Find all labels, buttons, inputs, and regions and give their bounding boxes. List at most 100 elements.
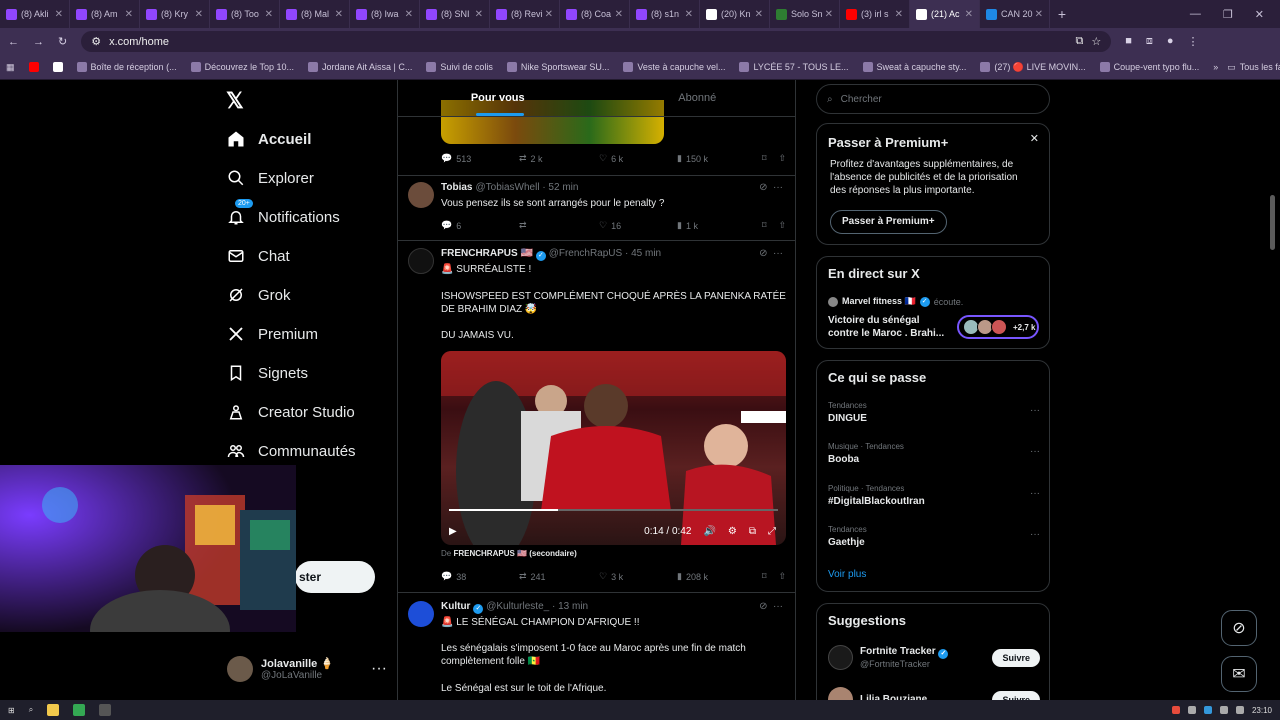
nav-communities[interactable]: Communautés <box>227 442 356 460</box>
share-icon[interactable]: ⇧ <box>778 571 786 582</box>
taskbar-search-icon[interactable]: ⌕ <box>29 705 33 715</box>
tab-following[interactable]: Abonné <box>598 80 796 116</box>
nav-explore[interactable]: Explorer <box>227 169 314 187</box>
browser-tab[interactable]: (8) Am ✕ <box>70 0 140 28</box>
nav-bookmarks[interactable]: Signets <box>227 364 308 382</box>
browser-tab[interactable]: (8) Too ✕ <box>210 0 280 28</box>
browser-tab[interactable]: (8) Coa ✕ <box>560 0 630 28</box>
bookmark-item[interactable]: Veste à capuche vel... <box>623 62 725 73</box>
close-tab-icon[interactable]: ✕ <box>615 9 623 20</box>
bookmark-icon[interactable]: ⌑ <box>762 220 767 231</box>
bookmark-item[interactable]: LYCÉE 57 - TOUS LE... <box>739 62 849 73</box>
close-tab-icon[interactable]: ✕ <box>1035 9 1043 20</box>
browser-tab[interactable]: (8) Mal ✕ <box>280 0 350 28</box>
follow-button[interactable]: Suivre <box>992 648 1040 667</box>
tab-for-you[interactable]: Pour vous <box>398 80 598 116</box>
more-icon[interactable]: ··· <box>1030 529 1040 540</box>
grok-more-icon[interactable]: ⊘ ··· <box>759 182 783 193</box>
video-progress-bar[interactable] <box>449 509 778 511</box>
share-icon[interactable]: ⇧ <box>778 153 786 164</box>
nav-chat[interactable]: Chat <box>227 247 290 265</box>
tray-icon[interactable] <box>1203 706 1212 714</box>
author-name[interactable]: Kultur <box>441 601 470 612</box>
nav-home[interactable]: Accueil <box>227 130 311 148</box>
browser-tab[interactable]: (21) Ac ✕ <box>910 0 980 28</box>
all-bookmarks[interactable]: » ▭Tous les favoris <box>1213 62 1280 73</box>
reply-button[interactable]: 💬 513 <box>441 153 519 164</box>
nav-grok[interactable]: Grok <box>227 286 291 304</box>
app-icon[interactable] <box>99 704 112 716</box>
browser-tab[interactable]: (3) irl s ✕ <box>840 0 910 28</box>
bookmark-icon[interactable]: ⌑ <box>762 571 767 582</box>
back-icon[interactable]: ← <box>8 36 19 48</box>
close-tab-icon[interactable]: ✕ <box>685 9 693 20</box>
author-name[interactable]: Tobias <box>441 182 472 193</box>
browser-tab[interactable]: (8) Akli ✕ <box>0 0 70 28</box>
repost-button[interactable]: ⇄ <box>519 220 599 231</box>
profile-icon[interactable]: ● <box>1167 35 1174 48</box>
avatar[interactable] <box>408 182 434 208</box>
browser-tab[interactable]: (20) Kn ✕ <box>700 0 770 28</box>
nav-premium[interactable]: Premium <box>227 325 318 343</box>
messages-fab[interactable]: ✉ <box>1221 656 1257 692</box>
close-tab-icon[interactable]: ✕ <box>895 9 903 20</box>
site-info-icon[interactable]: ⚙ <box>91 35 101 48</box>
tweet-time[interactable]: · 13 min <box>552 601 588 612</box>
grok-more-icon[interactable]: ⊘ ··· <box>759 601 783 612</box>
wifi-icon[interactable] <box>1219 706 1228 714</box>
trend-item[interactable]: Politique · Tendances #DigitalBlackoutIra… <box>828 484 1040 507</box>
views-button[interactable]: ▮ 208 k <box>677 571 757 582</box>
windows-start-icon[interactable]: ⊞ <box>8 706 15 715</box>
author-handle[interactable]: @TobiasWhell <box>475 182 539 193</box>
video-player[interactable]: ▶ 0:14 / 0:42 🔊 ⚙ ⧉ ⤢ <box>441 351 786 545</box>
bookmark-item[interactable]: Sweat à capuche sty... <box>862 62 966 73</box>
tweet-time[interactable]: · 45 min <box>625 248 661 259</box>
trend-item[interactable]: Tendances DINGUE ··· <box>828 401 1040 424</box>
close-tab-icon[interactable]: ✕ <box>125 9 133 20</box>
bookmark-item[interactable]: Coupe-vent typo flu... <box>1099 62 1199 73</box>
browser-tab[interactable]: (8) s1n ✕ <box>630 0 700 28</box>
suggestion-item[interactable]: Fortnite Tracker ✓ @FortniteTracker Suivr… <box>828 645 1040 670</box>
reply-button[interactable]: 💬 38 <box>441 571 519 582</box>
new-tab-button[interactable]: + <box>1050 6 1074 22</box>
like-button[interactable]: ♡ 16 <box>599 220 677 231</box>
account-switcher[interactable]: Jolavanille 🍦 @JoLaVanille ··· <box>227 656 387 682</box>
browser-tab[interactable]: Solo Sn ✕ <box>770 0 840 28</box>
tray-icon[interactable] <box>1187 706 1196 714</box>
browser-tab[interactable]: (8) SNI ✕ <box>420 0 490 28</box>
play-icon[interactable]: ▶ <box>449 526 457 537</box>
search-input[interactable]: ⌕ Chercher <box>816 84 1050 114</box>
apps-icon[interactable]: ▦ <box>6 62 15 73</box>
x-logo-icon[interactable]: 𝕏 <box>226 88 244 114</box>
restore-icon[interactable]: ❐ <box>1223 8 1233 21</box>
browser-tab[interactable]: (8) Kry ✕ <box>140 0 210 28</box>
close-tab-icon[interactable]: ✕ <box>475 9 483 20</box>
author-name[interactable]: FRENCHRAPUS 🇺🇸 <box>441 248 533 259</box>
listeners-pill[interactable]: +2,7 k <box>957 315 1039 339</box>
browser-tab[interactable]: (8) Iwa ✕ <box>350 0 420 28</box>
nav-creator-studio[interactable]: Creator Studio <box>227 403 355 421</box>
fullscreen-icon[interactable]: ⤢ <box>768 526 776 537</box>
close-tab-icon[interactable]: ✕ <box>755 9 763 20</box>
source-account[interactable]: FRENCHRAPUS 🇺🇸 (secondaire) <box>453 549 576 558</box>
url-bar[interactable]: ⚙ x.com/home ⧉ ☆ <box>81 31 1112 52</box>
volume-icon[interactable] <box>1235 706 1244 714</box>
chrome-icon[interactable] <box>73 704 86 716</box>
avatar[interactable] <box>408 248 434 274</box>
more-icon[interactable]: ··· <box>371 660 387 678</box>
close-tab-icon[interactable]: ✕ <box>545 9 553 20</box>
author-handle[interactable]: @FrenchRapUS <box>549 248 623 259</box>
file-explorer-icon[interactable] <box>47 704 60 716</box>
pip-icon[interactable]: ⧉ <box>749 526 756 537</box>
show-more-link[interactable]: Voir plus <box>828 569 866 580</box>
close-tab-icon[interactable]: ✕ <box>265 9 273 20</box>
star-icon[interactable]: ☆ <box>1091 35 1101 48</box>
reload-icon[interactable]: ↻ <box>58 35 67 48</box>
browser-tab[interactable]: (8) Revi ✕ <box>490 0 560 28</box>
extension-icon[interactable]: ■ <box>1125 35 1132 48</box>
forward-icon[interactable]: → <box>33 36 44 48</box>
repost-button[interactable]: ⇄ 2 k <box>519 153 599 164</box>
bookmark-item[interactable]: Jordane Ait Aissa | C... <box>307 62 412 73</box>
post-button[interactable]: ster <box>295 561 375 593</box>
browser-tab[interactable]: CAN 20 ✕ <box>980 0 1050 28</box>
